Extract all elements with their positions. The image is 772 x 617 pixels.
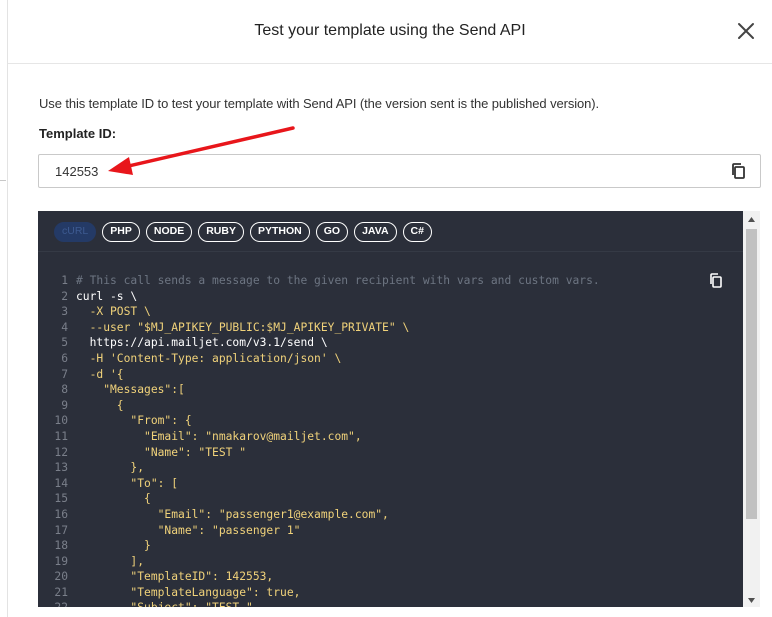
- code-line: 4 --user "$MJ_APIKEY_PUBLIC:$MJ_APIKEY_P…: [38, 320, 743, 336]
- tab-java[interactable]: JAVA: [354, 222, 397, 242]
- code-line: 12 "Name": "TEST ": [38, 445, 743, 461]
- line-number: 3: [61, 305, 68, 319]
- line-number: 5: [61, 336, 68, 350]
- code-text: {: [76, 492, 151, 506]
- code-block[interactable]: 1 # This call sends a message to the give…: [38, 273, 743, 607]
- line-number: 1: [61, 274, 68, 287]
- code-text: "To": [: [76, 476, 179, 490]
- line-number: 4: [61, 320, 68, 334]
- code-sample-panel: cURL PHP NODE RUBY PYTHON GO JAVA C# 1 # This ca…: [38, 211, 743, 607]
- background-divider: [0, 180, 6, 181]
- code-line: 14 "To": [: [38, 476, 743, 492]
- template-id-field[interactable]: 142553: [38, 154, 761, 188]
- line-number: 20: [54, 570, 68, 584]
- line-number: 11: [54, 429, 68, 443]
- code-text: "Subject": "TEST ": [76, 600, 252, 607]
- tab-csharp[interactable]: C#: [402, 222, 432, 242]
- code-text: {: [76, 398, 124, 412]
- code-line: 1 # This call sends a message to the give…: [38, 273, 743, 289]
- code-line: 19 ],: [38, 554, 743, 570]
- line-number: 10: [54, 414, 68, 428]
- code-text: https://api.mailjet.com/v3.1/send \: [76, 336, 328, 350]
- line-number: 19: [54, 554, 68, 568]
- code-line: 11 "Email": "nmakarov@mailjet.com",: [38, 429, 743, 445]
- line-number: 8: [61, 383, 68, 397]
- modal-header: Test your template using the Send API: [8, 0, 772, 64]
- code-line: 20 "TemplateID": 142553,: [38, 569, 743, 585]
- template-id-value[interactable]: 142553: [55, 164, 98, 179]
- code-line: 15 {: [38, 491, 743, 507]
- code-line: 16 "Email": "passenger1@example.com",: [38, 507, 743, 523]
- code-text: }: [76, 539, 151, 553]
- line-number: 2: [61, 289, 68, 303]
- code-line: 3 -X POST \: [38, 304, 743, 320]
- line-number: 18: [54, 539, 68, 553]
- background-page-edge: [0, 0, 8, 617]
- code-text: -d '{: [76, 367, 124, 381]
- tab-curl[interactable]: cURL: [54, 222, 97, 242]
- code-line: 6 -H 'Content-Type: application/json' \: [38, 351, 743, 367]
- line-number: 9: [61, 398, 68, 412]
- line-number: 17: [54, 523, 68, 537]
- tab-python[interactable]: PYTHON: [249, 222, 310, 242]
- code-text: curl -s \: [76, 289, 138, 303]
- code-text: "Messages":[: [76, 383, 185, 397]
- tabs-divider: [38, 251, 743, 252]
- line-number: 15: [54, 492, 68, 506]
- line-number: 7: [61, 367, 68, 381]
- copy-icon[interactable]: [730, 162, 748, 182]
- scrollbar-thumb[interactable]: [746, 229, 757, 519]
- line-number: 21: [54, 585, 68, 599]
- code-text: "TemplateLanguage": true,: [76, 585, 301, 599]
- modal-description: Use this template ID to test your templa…: [39, 96, 600, 111]
- code-text: -X POST \: [76, 305, 151, 319]
- code-text: -H 'Content-Type: application/json' \: [76, 351, 342, 365]
- tab-php[interactable]: PHP: [102, 222, 140, 242]
- code-line: 17 "Name": "passenger 1": [38, 523, 743, 539]
- line-number: 22: [38, 600, 76, 607]
- code-text: "From": {: [76, 414, 192, 428]
- modal-title: Test your template using the Send API: [254, 22, 526, 39]
- scroll-up-icon[interactable]: [743, 213, 760, 225]
- code-text: ],: [76, 554, 145, 568]
- tab-go[interactable]: GO: [315, 222, 349, 242]
- line-number: 6: [61, 351, 68, 365]
- code-line: 13 },: [38, 460, 743, 476]
- send-api-modal: Test your template using the Send API Us…: [8, 0, 772, 617]
- template-id-label: Template ID:: [39, 126, 117, 141]
- code-text: },: [76, 461, 145, 475]
- code-line: 7 -d '{: [38, 367, 743, 383]
- code-text: --user "$MJ_APIKEY_PUBLIC:$MJ_APIKEY_PRI…: [76, 320, 410, 334]
- line-number: 14: [54, 476, 68, 490]
- tab-ruby[interactable]: RUBY: [198, 222, 244, 242]
- code-text: "Email": "passenger1@example.com",: [76, 507, 389, 521]
- code-line: 2 curl -s \: [38, 289, 743, 305]
- language-tabs: cURL PHP NODE RUBY PYTHON GO JAVA C#: [54, 222, 432, 242]
- code-text: # This call sends a message to the given…: [76, 274, 600, 287]
- code-line: 18 }: [38, 538, 743, 554]
- code-text: "Name": "TEST ": [76, 445, 247, 459]
- copy-icon[interactable]: [709, 273, 723, 290]
- code-line: 10 "From": {: [38, 413, 743, 429]
- code-line: 22 "Subject": "TEST ": [38, 600, 743, 607]
- tab-node[interactable]: NODE: [145, 222, 193, 242]
- code-line: 5 https://api.mailjet.com/v3.1/send \: [38, 335, 743, 351]
- code-line: 8 "Messages":[: [38, 382, 743, 398]
- code-text: "Email": "nmakarov@mailjet.com",: [76, 429, 362, 443]
- code-scrollbar[interactable]: [743, 211, 760, 607]
- line-number: 16: [54, 507, 68, 521]
- scroll-down-icon[interactable]: [743, 593, 760, 605]
- line-number: 12: [54, 445, 68, 459]
- line-number: 13: [54, 461, 68, 475]
- code-line: 21 "TemplateLanguage": true,: [38, 585, 743, 601]
- code-text: "Name": "passenger 1": [76, 523, 301, 537]
- close-icon[interactable]: [734, 19, 758, 43]
- code-text: "TemplateID": 142553,: [76, 570, 274, 584]
- code-line: 9 {: [38, 398, 743, 414]
